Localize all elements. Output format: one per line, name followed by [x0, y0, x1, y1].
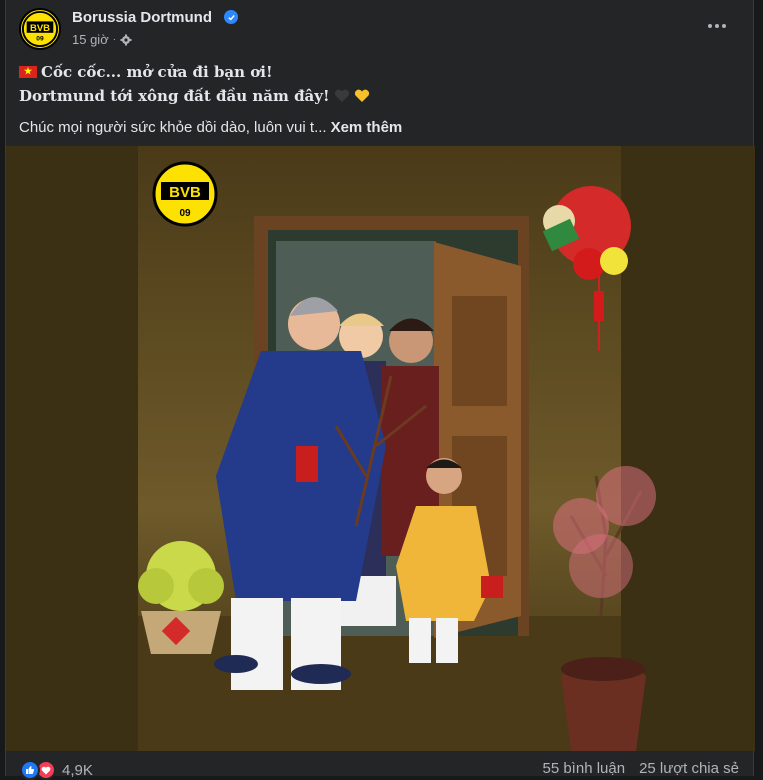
reaction-summary[interactable]: 4,9K — [20, 760, 93, 780]
post-text: ★ Cốc cốc... mở cửa đi bạn ơi! Dortmund … — [19, 60, 739, 140]
post-stats: 55 bình luận 25 lượt chia sẻ — [542, 760, 739, 777]
avatar-logo-text: BVB — [30, 23, 50, 34]
post-line-1-text: Cốc cốc... mở cửa đi bạn ơi! — [41, 63, 273, 81]
post-line-3-text: Chúc mọi người sức khỏe dồi dào, luôn vu… — [19, 118, 327, 136]
gear-icon[interactable] — [120, 34, 132, 46]
more-dot-icon — [722, 24, 726, 28]
post-header: BVB 09 Borussia Dortmund 15 giờ · — [6, 0, 753, 58]
post-image[interactable]: BVB 09 — [6, 146, 755, 751]
bvb-logo-icon: BVB 09 — [21, 10, 59, 48]
separator-dot: · — [112, 34, 117, 45]
page-name[interactable]: Borussia Dortmund — [72, 9, 212, 26]
more-dot-icon — [708, 24, 712, 28]
shares-count[interactable]: 25 lượt chia sẻ — [639, 760, 739, 777]
comments-count[interactable]: 55 bình luận — [542, 760, 625, 777]
vietnam-flag-icon: ★ — [19, 66, 37, 78]
yellow-heart-icon — [354, 89, 369, 102]
post-meta: 15 giờ · — [72, 32, 132, 47]
black-heart-icon — [334, 89, 349, 102]
post-line-3: Chúc mọi người sức khỏe dồi dào, luôn vu… — [19, 114, 739, 140]
post-timestamp[interactable]: 15 giờ — [72, 32, 109, 47]
post-line-2: Dortmund tới xông đất đầu năm đây! — [19, 84, 739, 108]
facebook-post: BVB 09 Borussia Dortmund 15 giờ · ★ Cốc … — [5, 0, 755, 780]
image-logo-number: 09 — [179, 208, 191, 219]
lunar-new-year-illustration: BVB 09 — [6, 146, 755, 751]
post-line-2-text: Dortmund tới xông đất đầu năm đây! — [19, 87, 330, 105]
like-reaction-icon — [20, 760, 40, 780]
see-more-link[interactable]: Xem thêm — [331, 119, 403, 136]
avatar-logo-number: 09 — [36, 35, 44, 42]
image-logo-text: BVB — [169, 184, 201, 201]
page-avatar[interactable]: BVB 09 — [19, 8, 61, 50]
post-line-1: ★ Cốc cốc... mở cửa đi bạn ơi! — [19, 60, 739, 84]
more-options-button[interactable] — [699, 12, 735, 40]
more-dot-icon — [715, 24, 719, 28]
post-footer: 4,9K 55 bình luận 25 lượt chia sẻ — [6, 752, 753, 780]
verified-badge-icon — [224, 10, 238, 24]
